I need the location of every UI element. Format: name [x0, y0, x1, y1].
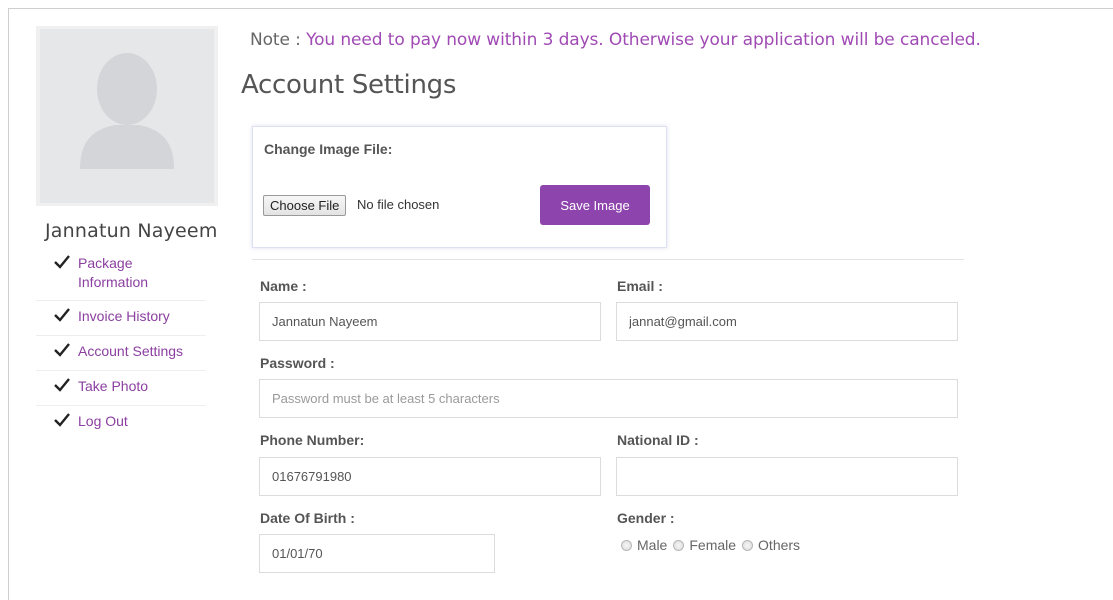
national-id-label: National ID :	[617, 432, 699, 448]
profile-avatar	[36, 26, 218, 206]
sidebar-menu: Package Information Invoice History Acco…	[36, 248, 206, 440]
sidebar-item-invoice-history[interactable]: Invoice History	[36, 301, 206, 336]
gender-label: Gender :	[617, 510, 675, 526]
email-label: Email :	[617, 278, 663, 294]
gender-option-label: Others	[758, 537, 801, 553]
note-prefix: Note :	[250, 30, 307, 50]
sidebar-item-label: Package Information	[78, 255, 149, 290]
section-divider	[252, 259, 964, 260]
user-name: Jannatun Nayeem	[45, 220, 218, 242]
password-field[interactable]	[259, 379, 958, 418]
password-label: Password :	[260, 355, 335, 371]
payment-note: Note : You need to pay now within 3 days…	[250, 30, 981, 50]
save-image-button[interactable]: Save Image	[540, 185, 650, 225]
name-label: Name :	[260, 278, 307, 294]
sidebar-item-label: Take Photo	[78, 378, 149, 394]
sidebar-item-label: Invoice History	[78, 308, 170, 324]
file-status: No file chosen	[357, 197, 440, 212]
radio-icon[interactable]	[742, 539, 754, 551]
gender-option-label: Male	[637, 537, 668, 553]
phone-label: Phone Number:	[260, 432, 365, 448]
gender-option-female[interactable]: Female	[673, 537, 736, 553]
gender-options: Male Female Others	[621, 537, 806, 553]
change-image-title: Change Image File:	[264, 141, 393, 157]
date-of-birth-field[interactable]	[259, 534, 495, 573]
radio-icon[interactable]	[621, 539, 632, 551]
phone-field[interactable]	[259, 457, 601, 496]
choose-file-button[interactable]: Choose File	[263, 195, 347, 216]
check-icon	[54, 255, 78, 274]
name-field[interactable]	[259, 302, 601, 341]
gender-option-others[interactable]: Others	[742, 537, 800, 553]
avatar-placeholder-icon	[40, 29, 214, 203]
email-field[interactable]	[616, 302, 958, 341]
gender-option-label: Female	[689, 537, 737, 553]
radio-icon[interactable]	[673, 539, 685, 551]
page-title: Account Settings	[241, 70, 457, 100]
sidebar-item-label: Log Out	[78, 413, 128, 429]
note-message: You need to pay now within 3 days. Other…	[306, 30, 981, 50]
sidebar-item-package-information[interactable]: Package Information	[36, 248, 206, 301]
check-icon	[54, 308, 78, 327]
change-image-panel: Change Image File: Choose File No file c…	[252, 126, 667, 248]
dob-label: Date Of Birth :	[260, 510, 355, 526]
check-icon	[54, 343, 78, 362]
check-icon	[54, 413, 78, 432]
sidebar-item-account-settings[interactable]: Account Settings	[36, 336, 206, 371]
gender-option-male[interactable]: Male	[621, 537, 667, 553]
sidebar-item-label: Account Settings	[78, 343, 184, 359]
check-icon	[54, 378, 78, 397]
sidebar-item-take-photo[interactable]: Take Photo	[36, 371, 206, 406]
national-id-field[interactable]	[616, 457, 958, 496]
sidebar-item-log-out[interactable]: Log Out	[36, 406, 206, 440]
